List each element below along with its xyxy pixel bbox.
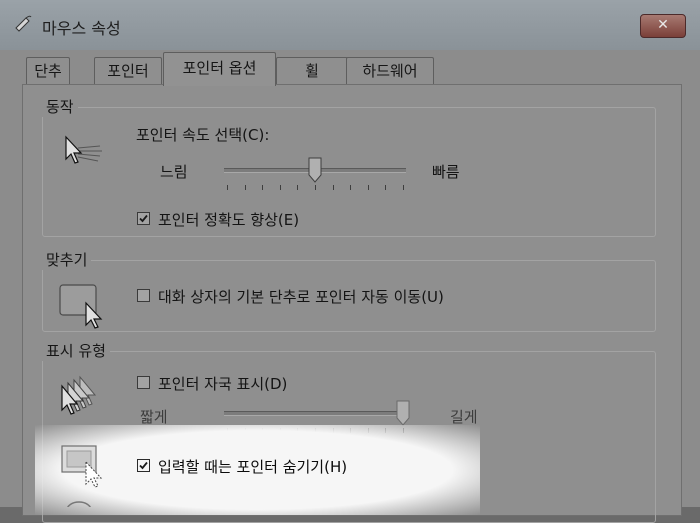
short-label: 짧게 [140, 408, 168, 426]
pointer-speed-icon [65, 135, 102, 164]
pointer-trails-icon [61, 375, 97, 415]
pointer-trails-checkbox[interactable] [137, 376, 150, 389]
snap-group-label: 맞추기 [42, 249, 92, 270]
slider-track [224, 411, 406, 416]
hide-pointer-label: 입력할 때는 포인터 숨기기(H) [158, 458, 348, 476]
tab-buttons[interactable]: 단추 [26, 57, 70, 84]
slider-tick [262, 185, 264, 190]
slider-thumb[interactable] [396, 400, 410, 426]
show-location-icon [67, 501, 91, 507]
enhance-precision-checkbox[interactable] [137, 212, 150, 225]
long-label: 길게 [450, 408, 478, 426]
snap-to-icon [59, 284, 103, 329]
slider-tick [279, 185, 281, 190]
tab-pointers[interactable]: 포인터 [94, 57, 162, 84]
tab-hardware[interactable]: 하드웨어 [346, 57, 434, 84]
slider-tick [297, 185, 299, 190]
pointer-speed-label: 포인터 속도 선택(C): [136, 126, 270, 144]
slider-tick [385, 185, 387, 190]
motion-group-label: 동작 [42, 96, 78, 117]
checkmark-icon [139, 461, 148, 470]
mouse-icon [15, 15, 32, 32]
fast-label: 빠름 [432, 163, 460, 181]
hide-pointer-checkbox[interactable] [137, 459, 150, 472]
hide-pointer-icon [61, 445, 103, 488]
mouse-properties-window: 마우스 속성 ✕ 단추 포인터 포인터 옵션 휠 하드웨어 동작 포인터 속도 … [0, 0, 700, 523]
slow-label: 느림 [160, 163, 188, 181]
slider-tick [332, 185, 334, 190]
close-button[interactable]: ✕ [640, 14, 686, 38]
title-bar: 마우스 속성 ✕ [0, 0, 700, 50]
tab-wheel[interactable]: 휠 [276, 57, 348, 84]
snap-to-default-label: 대화 상자의 기본 단추로 포인터 자동 이동(U) [158, 288, 444, 306]
slider-tick [367, 185, 369, 190]
slider-tick [244, 185, 246, 190]
visibility-group-label: 표시 유형 [42, 340, 110, 361]
pointer-trails-label: 포인터 자국 표시(D) [158, 375, 288, 393]
window-title: 마우스 속성 [42, 19, 121, 38]
slider-tick [403, 185, 404, 190]
pointer-speed-slider[interactable] [220, 155, 410, 195]
snap-to-default-checkbox[interactable] [137, 289, 150, 302]
tab-pointer-options[interactable]: 포인터 옵션 [163, 52, 276, 86]
slider-tick [315, 185, 316, 190]
checkmark-icon [139, 214, 148, 223]
enhance-precision-label: 포인터 정확도 향상(E) [158, 211, 300, 229]
slider-tick [227, 185, 228, 190]
slider-tick [350, 185, 352, 190]
slider-thumb[interactable] [308, 157, 322, 183]
